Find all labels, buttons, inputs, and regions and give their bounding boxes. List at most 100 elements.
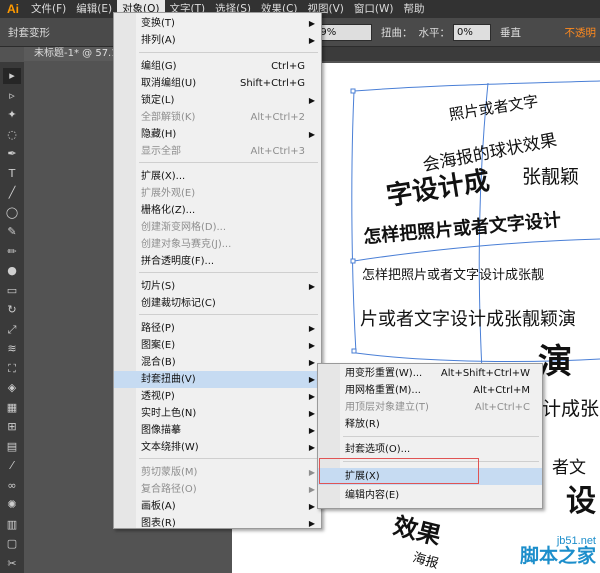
envelope-distort-submenu: 用变形重置(W)... Alt+Shift+Ctrl+W 用网格重置(M)... Al… [317, 363, 543, 509]
type-tool-icon[interactable]: T [3, 166, 21, 182]
menubar-item[interactable]: 文件(F) [26, 0, 71, 18]
free-transform-icon[interactable]: ⛶ [3, 361, 21, 377]
shape-builder-icon[interactable]: ◈ [3, 380, 21, 396]
eyedropper-icon[interactable]: ⁄ [3, 458, 21, 474]
slice-icon[interactable]: ✂ [3, 556, 21, 572]
blend-icon[interactable]: ∞ [3, 478, 21, 494]
object-menu-item[interactable]: 图像描摹 ▶ [114, 422, 321, 439]
perspective-grid-icon[interactable]: ▦ [3, 400, 21, 416]
object-menu-item[interactable]: 画板(A) ▶ [114, 498, 321, 515]
canvas-text-line: 怎样把照片或者文字设计成张靓 [362, 268, 544, 283]
object-menu-item[interactable]: 隐藏(H) ▶ [114, 126, 321, 143]
menu-item-label: 扩展(X)... [141, 171, 186, 182]
submenu-arrow-icon: ▶ [308, 324, 315, 333]
menu-item-label: 扩展外观(E) [141, 188, 196, 199]
canvas-text-line: 照片或者文字 [448, 92, 540, 124]
menu-item-label: 实时上色(N) [141, 408, 197, 419]
width-tool-icon[interactable]: ≋ [3, 341, 21, 357]
eraser-icon[interactable]: ▭ [3, 283, 21, 299]
object-menu-item[interactable]: 变换(T) ▶ [114, 15, 321, 32]
menu-item-label: 复合路径(O) [141, 484, 197, 495]
scale-icon[interactable]: ⤢ [3, 322, 21, 338]
paintbrush-icon[interactable]: ✎ [3, 224, 21, 240]
menu-item-label: 创建渐变网格(D)... [141, 222, 227, 233]
horizontal-distort-field[interactable]: 0% [453, 23, 491, 41]
object-menu-item: 剪切蒙版(M) ▶ [114, 464, 321, 481]
menu-item-label: 路径(P) [141, 323, 175, 334]
envelope-submenu-item[interactable]: 用变形重置(W)... Alt+Shift+Ctrl+W [318, 365, 542, 382]
object-menu-item[interactable]: 图表(R) ▶ [114, 515, 321, 532]
object-menu-item[interactable]: 锁定(L) ▶ [114, 92, 321, 109]
menu-item-label: 混合(B) [141, 357, 176, 368]
object-menu-item[interactable]: 拼合透明度(F)... [114, 253, 321, 270]
menu-item-label: 显示全部 [141, 146, 181, 157]
pencil-icon[interactable]: ✏ [3, 244, 21, 260]
pen-tool-icon[interactable]: ✒ [3, 146, 21, 162]
object-menu-item[interactable]: 图案(E) ▶ [114, 337, 321, 354]
object-menu-item[interactable]: 创建裁切标记(C) [114, 295, 321, 312]
menu-item-shortcut: Shift+Ctrl+G [239, 78, 305, 89]
object-menu-item[interactable]: 切片(S) ▶ [114, 278, 321, 295]
menu-item-label: 隐藏(H) [141, 129, 177, 140]
menu-item-label: 用网格重置(M)... [345, 385, 421, 396]
direct-selection-tool-icon[interactable]: ▹ [3, 88, 21, 104]
envelope-submenu-item[interactable]: 用网格重置(M)... Alt+Ctrl+M [318, 382, 542, 399]
object-menu-item[interactable]: 取消编组(U) Shift+Ctrl+G [114, 75, 321, 92]
menu-item-shortcut: Alt+Shift+Ctrl+W [440, 368, 530, 379]
object-menu-item: 扩展外观(E) [114, 185, 321, 202]
menu-item-label: 用变形重置(W)... [345, 368, 423, 379]
envelope-submenu-item[interactable]: 封套选项(O)... [318, 441, 542, 458]
submenu-arrow-icon: ▶ [308, 392, 315, 401]
object-menu-item[interactable]: 封套扭曲(V) ▶ [114, 371, 321, 388]
object-menu-item[interactable]: 栅格化(Z)... [114, 202, 321, 219]
object-menu-item[interactable]: 混合(B) ▶ [114, 354, 321, 371]
menu-item-label: 切片(S) [141, 281, 176, 292]
menu-item-label: 图案(E) [141, 340, 176, 351]
menu-item-label: 编组(G) [141, 61, 177, 72]
object-menu-item[interactable]: 扩展(X)... [114, 168, 321, 185]
opacity-warning-link[interactable]: 不透明 [565, 25, 597, 40]
menu-item-label: 创建对象马赛克(J)... [141, 239, 232, 250]
line-tool-icon[interactable]: ╱ [3, 185, 21, 201]
symbol-sprayer-icon[interactable]: ✺ [3, 497, 21, 513]
menu-item-label: 释放(R) [345, 419, 380, 430]
selection-tool-icon[interactable]: ▸ [3, 68, 21, 84]
menu-item-label: 剪切蒙版(M) [141, 467, 198, 478]
menu-item-shortcut: Ctrl+G [271, 61, 305, 72]
current-tool-name: 封套变形 [8, 26, 50, 39]
menu-separator [343, 436, 539, 437]
canvas-text-line: 者文 [552, 458, 586, 478]
envelope-submenu-item[interactable]: 编辑内容(E) [318, 487, 542, 504]
menubar-item[interactable]: 窗口(W) [349, 0, 399, 18]
object-menu-item[interactable]: 排列(A) ▶ [114, 32, 321, 49]
canvas-text-line: 设 [566, 484, 596, 519]
object-menu-item[interactable]: 路径(P) ▶ [114, 320, 321, 337]
submenu-arrow-icon: ▶ [308, 502, 315, 511]
lasso-icon[interactable]: ◌ [3, 127, 21, 143]
magic-wand-icon[interactable]: ✦ [3, 107, 21, 123]
column-graph-icon[interactable]: ▥ [3, 517, 21, 533]
blob-brush-icon[interactable]: ● [3, 263, 21, 279]
vertical-label: 垂直 [500, 26, 521, 39]
menu-item-label: 封套选项(O)... [345, 444, 411, 455]
mesh-icon[interactable]: ⊞ [3, 419, 21, 435]
menubar-item[interactable]: 帮助 [399, 0, 430, 18]
menu-item-label: 画板(A) [141, 501, 176, 512]
canvas-text-line: 计成张 [542, 398, 599, 420]
object-menu-item[interactable]: 实时上色(N) ▶ [114, 405, 321, 422]
canvas-text-line: 片或者文字设计成张靓颖演 [360, 309, 576, 330]
horizontal-label: 水平： [418, 26, 451, 39]
object-menu-dropdown: 变换(T) ▶ 排列(A) ▶ 编组(G) Ctrl+G 取消编组(U) Shift+Ctrl… [113, 12, 322, 529]
artboard-icon[interactable]: ▢ [3, 536, 21, 552]
envelope-submenu-item[interactable]: 释放(R) [318, 416, 542, 433]
object-menu-item[interactable]: 文本绕排(W) ▶ [114, 439, 321, 456]
object-menu-item[interactable]: 透视(P) ▶ [114, 388, 321, 405]
object-menu-item[interactable]: 编组(G) Ctrl+G [114, 58, 321, 75]
menu-item-shortcut: Alt+Ctrl+3 [250, 146, 305, 157]
menubar-item[interactable]: 编辑(E) [71, 0, 117, 18]
menu-item-label: 排列(A) [141, 35, 176, 46]
rotate-icon[interactable]: ↻ [3, 302, 21, 318]
ellipse-tool-icon[interactable]: ◯ [3, 205, 21, 221]
menu-item-label: 锁定(L) [141, 95, 175, 106]
gradient-icon[interactable]: ▤ [3, 439, 21, 455]
